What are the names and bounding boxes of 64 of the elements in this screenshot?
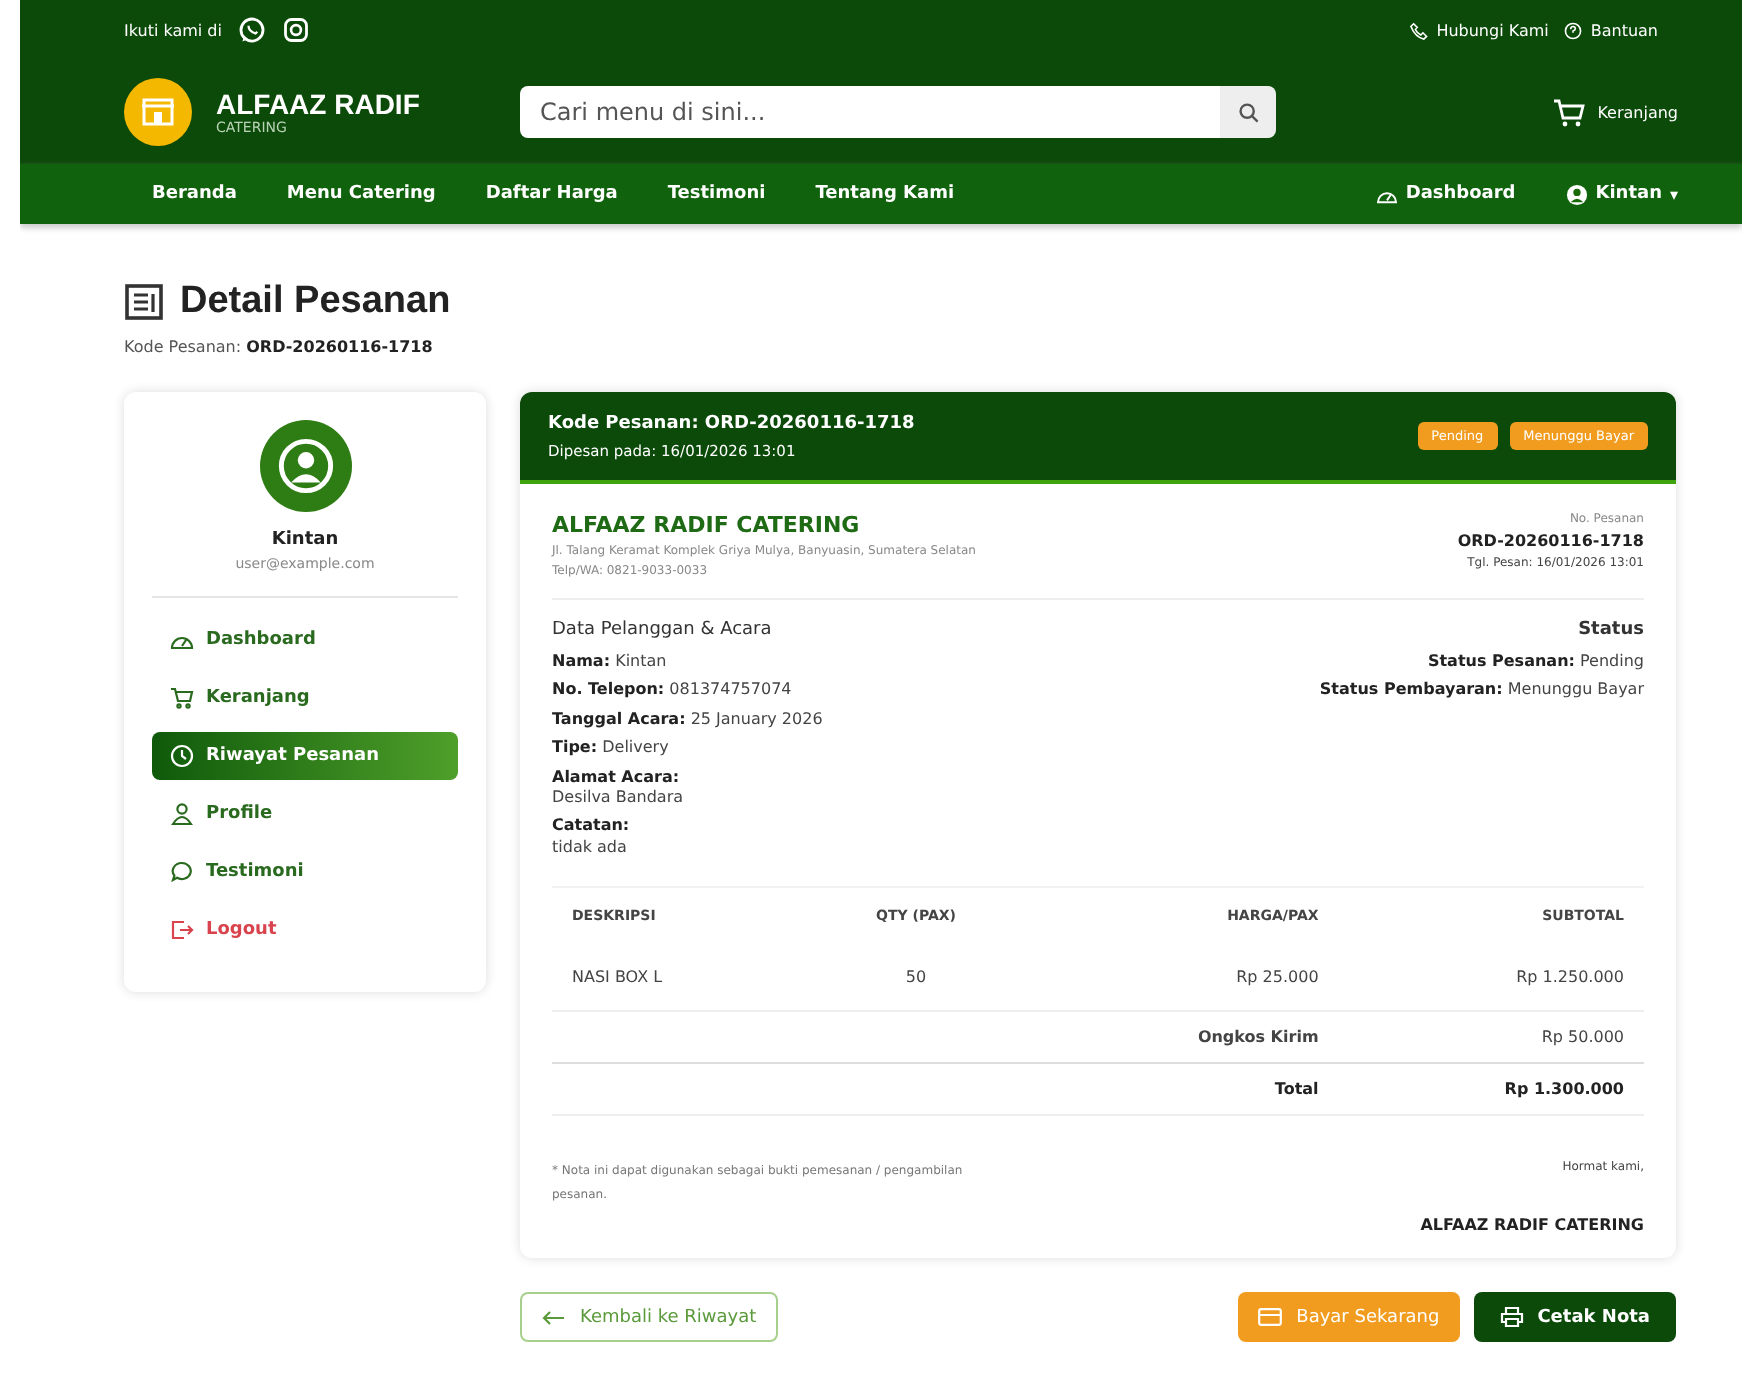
search-button[interactable]	[1220, 86, 1276, 138]
clock-icon	[170, 744, 194, 768]
cart-link[interactable]: Keranjang	[1551, 97, 1678, 127]
shipping-label: Ongkos Kirim	[1197, 1028, 1319, 1047]
shipping-cost: Rp 50.000	[1338, 1011, 1644, 1064]
user-icon	[1565, 183, 1588, 205]
left-arrow-icon	[542, 1309, 566, 1326]
printer-icon	[1499, 1306, 1524, 1329]
contact-link[interactable]: Hubungi Kami	[1410, 21, 1549, 39]
customer-field: No. Telepon: 081374757074	[552, 680, 823, 702]
page-title: Detail Pesanan	[180, 280, 451, 324]
section-title: Status	[1578, 620, 1644, 640]
help-link[interactable]: Bantuan	[1564, 21, 1658, 39]
cart-icon	[1551, 97, 1586, 127]
nav-link[interactable]: Beranda	[152, 184, 237, 204]
customer-field: Catatan: tidak ada	[552, 816, 823, 859]
follow-label: Ikuti kami di	[124, 21, 222, 39]
nav-link[interactable]: Daftar Harga	[485, 184, 618, 204]
status-field: Status Pesanan: Pending	[1427, 652, 1644, 673]
search-field[interactable]: Cari menu di sini...	[520, 86, 1220, 138]
cart-icon	[170, 686, 194, 710]
sidebar-item[interactable]: Dashboard	[152, 616, 458, 664]
whatsapp-icon[interactable]	[237, 16, 266, 44]
table-cell: 50	[801, 944, 1031, 1012]
total-amount: Rp 1.300.000	[1504, 1080, 1624, 1099]
order-code-text: Kode Pesanan: ORD-20260116-1718	[124, 338, 435, 356]
card-icon	[1258, 1308, 1283, 1327]
sidebar-item[interactable]: Keranjang	[152, 674, 458, 722]
total-label: Total	[1274, 1080, 1319, 1099]
status-field: Status Pembayaran: Menunggu Bayar	[1319, 680, 1644, 702]
section-title: Data Pelanggan & Acara	[552, 620, 774, 640]
sidebar-item[interactable]: Profile	[152, 790, 458, 838]
nav-link[interactable]: Testimoni	[667, 184, 766, 204]
chat-bubble-icon	[170, 860, 194, 884]
nav-link[interactable]: Tentang Kami	[815, 184, 955, 204]
receipt-icon	[124, 282, 164, 322]
logout-icon	[170, 918, 194, 942]
table-cell: Rp 1.250.000	[1338, 944, 1644, 1012]
order-code-heading: Kode Pesanan: ORD-20260116-1718	[548, 413, 915, 433]
table-cell: NASI BOX L	[552, 944, 802, 1012]
nav-link[interactable]: Menu Catering	[286, 184, 436, 204]
sidebar-item[interactable]: Testimoni	[152, 848, 458, 896]
search-icon	[1237, 101, 1259, 123]
brand-name: ALFAAZ RADIF	[216, 88, 420, 120]
caret-icon: ▾	[1669, 185, 1678, 203]
dashboard-link[interactable]: Dashboard	[1375, 184, 1516, 204]
order-number: ORD-20260116-1718	[1457, 532, 1644, 550]
print-button[interactable]: Cetak Nota	[1473, 1292, 1676, 1343]
sidebar-item[interactable]: Riwayat Pesanan	[152, 732, 458, 780]
user-menu[interactable]: Kintan ▾	[1565, 183, 1678, 205]
customer-field: Alamat Acara: Desilva Bandara	[552, 767, 823, 809]
signature-text: ALFAAZ RADIF CATERING	[1420, 1216, 1644, 1235]
sidebar-item[interactable]: Logout	[152, 906, 458, 954]
customer-field: Tanggal Acara: 25 January 2026	[552, 709, 823, 731]
phone-icon	[1410, 21, 1429, 39]
store-logo-icon[interactable]	[124, 78, 192, 146]
customer-field: Nama: Kintan	[552, 652, 823, 673]
customer-field: Tipe: Delivery	[552, 738, 823, 760]
instagram-icon[interactable]	[281, 16, 310, 44]
person-icon	[170, 802, 194, 826]
help-icon	[1564, 21, 1583, 39]
company-name: ALFAAZ RADIF CATERING	[552, 512, 862, 538]
user-name: Kintan	[271, 530, 339, 550]
table-cell: Rp 25.000	[1030, 944, 1339, 1012]
